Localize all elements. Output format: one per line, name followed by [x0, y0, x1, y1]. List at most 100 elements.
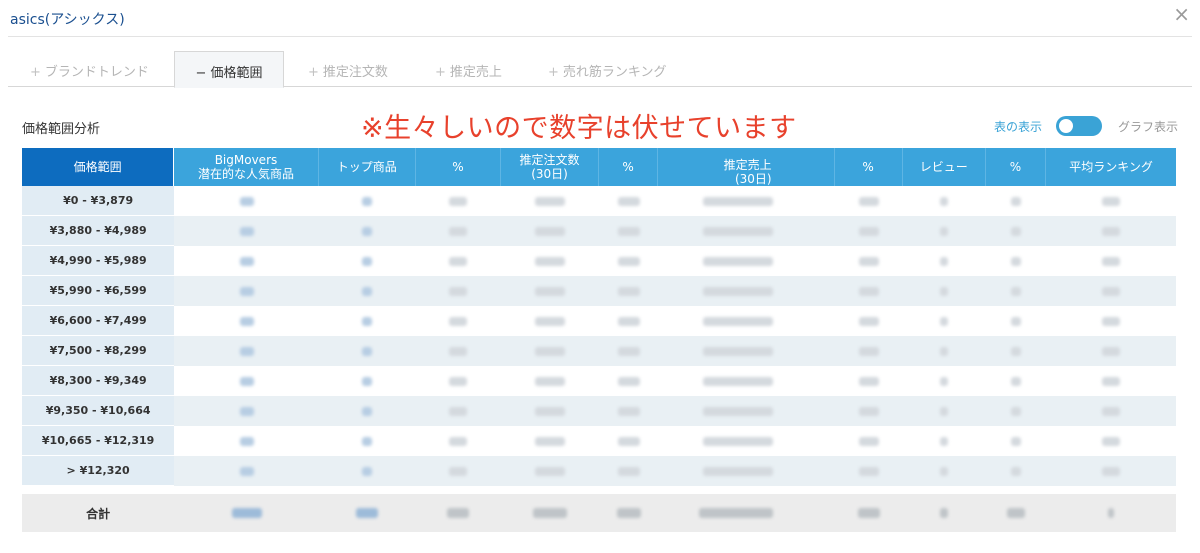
- redacted-value: [702, 346, 773, 356]
- redacted-cell[interactable]: [319, 456, 416, 486]
- redacted-cell[interactable]: [319, 396, 416, 426]
- plus-icon: +: [548, 65, 559, 80]
- header-pct[interactable]: %: [416, 148, 502, 186]
- redacted-value: [1102, 466, 1121, 476]
- redacted-cell[interactable]: [319, 426, 416, 456]
- table-row: ¥5,990 - ¥6,599: [22, 276, 1176, 306]
- table-view-label[interactable]: 表の表示: [994, 118, 1042, 135]
- tab-price-range[interactable]: − 価格範囲: [174, 51, 284, 88]
- redacted-cell: [835, 336, 903, 366]
- redacted-value: [940, 346, 949, 356]
- header-average-ranking[interactable]: 平均ランキング: [1046, 148, 1176, 186]
- redacted-cell: [599, 246, 658, 276]
- redacted-value: [535, 286, 566, 296]
- redacted-cell: [658, 426, 834, 456]
- redacted-value: [362, 256, 373, 266]
- header-pct[interactable]: %: [599, 148, 659, 186]
- redacted-cell[interactable]: [174, 336, 319, 366]
- plus-icon: +: [30, 65, 41, 80]
- header-reviews[interactable]: レビュー: [903, 148, 986, 186]
- header-pct[interactable]: %: [986, 148, 1047, 186]
- redacted-value: [449, 346, 468, 356]
- tab-best-seller-ranking[interactable]: + 売れ筋ランキング: [548, 51, 667, 87]
- redacted-value: [239, 376, 254, 386]
- redacted-cell[interactable]: [174, 186, 319, 216]
- header-sales-sub: (30日): [734, 172, 772, 186]
- redacted-value: [858, 256, 879, 266]
- redacted-cell: [986, 246, 1046, 276]
- header-orders-label: 推定注文数: [519, 153, 580, 167]
- tab-brand-trend[interactable]: + ブランドトレンド: [30, 51, 149, 87]
- redacted-value: [239, 466, 254, 476]
- graph-view-label[interactable]: グラフ表示: [1118, 118, 1178, 135]
- redacted-cell[interactable]: [319, 276, 416, 306]
- redacted-value: [1102, 196, 1121, 206]
- tab-estimated-sales[interactable]: + 推定売上: [435, 51, 502, 87]
- redacted-cell[interactable]: [174, 366, 319, 396]
- view-toggle-switch[interactable]: [1055, 116, 1102, 136]
- redacted-cell: [835, 246, 903, 276]
- redacted-value: [617, 406, 640, 416]
- close-icon[interactable]: ×: [1173, 4, 1190, 24]
- redacted-cell: [1046, 456, 1176, 486]
- redacted-cell[interactable]: [174, 306, 319, 336]
- header-pct[interactable]: %: [835, 148, 903, 186]
- redacted-value: [239, 226, 254, 236]
- header-estimated-orders[interactable]: 推定注文数 (30日): [501, 148, 600, 186]
- redacted-cell[interactable]: [319, 366, 416, 396]
- redacted-value: [940, 406, 949, 416]
- table-row: ¥0 - ¥3,879: [22, 186, 1176, 216]
- redacted-cell[interactable]: [174, 276, 319, 306]
- redacted-value: [940, 466, 949, 476]
- redacted-cell: [658, 396, 834, 426]
- redacted-value: [1102, 406, 1121, 416]
- redacted-cell[interactable]: [174, 396, 319, 426]
- redacted-cell: [903, 246, 986, 276]
- toggle-knob: [1058, 119, 1073, 133]
- redacted-value: [940, 508, 949, 518]
- redacted-value: [535, 316, 566, 326]
- redacted-cell[interactable]: [174, 246, 319, 276]
- redacted-value: [362, 376, 373, 386]
- header-price-range[interactable]: 価格範囲: [22, 148, 175, 186]
- redacted-value: [449, 376, 468, 386]
- tab-estimated-orders[interactable]: + 推定注文数: [308, 51, 388, 87]
- redacted-cell: [903, 306, 986, 336]
- redacted-cell: [599, 366, 658, 396]
- table-header: 価格範囲 BigMovers 潜在的な人気商品 トップ商品 % 推定注文数 (3…: [22, 148, 1176, 186]
- redacted-cell: [835, 276, 903, 306]
- redacted-value: [447, 508, 470, 518]
- redacted-cell: [986, 216, 1046, 246]
- redacted-value: [1007, 508, 1025, 518]
- redacted-cell[interactable]: [174, 216, 319, 246]
- redacted-value: [239, 346, 254, 356]
- redacted-cell: [501, 426, 599, 456]
- redacted-cell[interactable]: [319, 246, 416, 276]
- redacted-cell[interactable]: [319, 216, 416, 246]
- redacted-value: [858, 316, 879, 326]
- redacted-cell: [903, 366, 986, 396]
- redacted-cell[interactable]: [174, 456, 319, 486]
- redacted-value: [535, 376, 566, 386]
- redacted-total-cell: [986, 494, 1046, 532]
- redacted-cell[interactable]: [319, 186, 416, 216]
- table-row: ¥9,350 - ¥10,664: [22, 396, 1176, 426]
- redacted-value: [858, 286, 879, 296]
- redacted-cell[interactable]: [319, 306, 416, 336]
- redacted-cell: [599, 276, 658, 306]
- redacted-cell[interactable]: [319, 336, 416, 366]
- redacted-value: [1108, 508, 1115, 518]
- redacted-cell: [501, 366, 599, 396]
- header-bigmovers[interactable]: BigMovers 潜在的な人気商品: [174, 148, 319, 186]
- header-top-products[interactable]: トップ商品: [319, 148, 416, 186]
- redacted-value: [617, 346, 640, 356]
- redacted-cell: [599, 426, 658, 456]
- redacted-value: [617, 466, 640, 476]
- redacted-cell: [835, 366, 903, 396]
- price-range-cell: ¥10,665 - ¥12,319: [22, 426, 175, 456]
- header-estimated-sales[interactable]: 推定売上 (30日): [658, 148, 835, 186]
- redacted-cell: [599, 186, 658, 216]
- redacted-cell[interactable]: [174, 426, 319, 456]
- redacted-total-cell: [174, 494, 319, 532]
- plus-icon: +: [435, 65, 446, 80]
